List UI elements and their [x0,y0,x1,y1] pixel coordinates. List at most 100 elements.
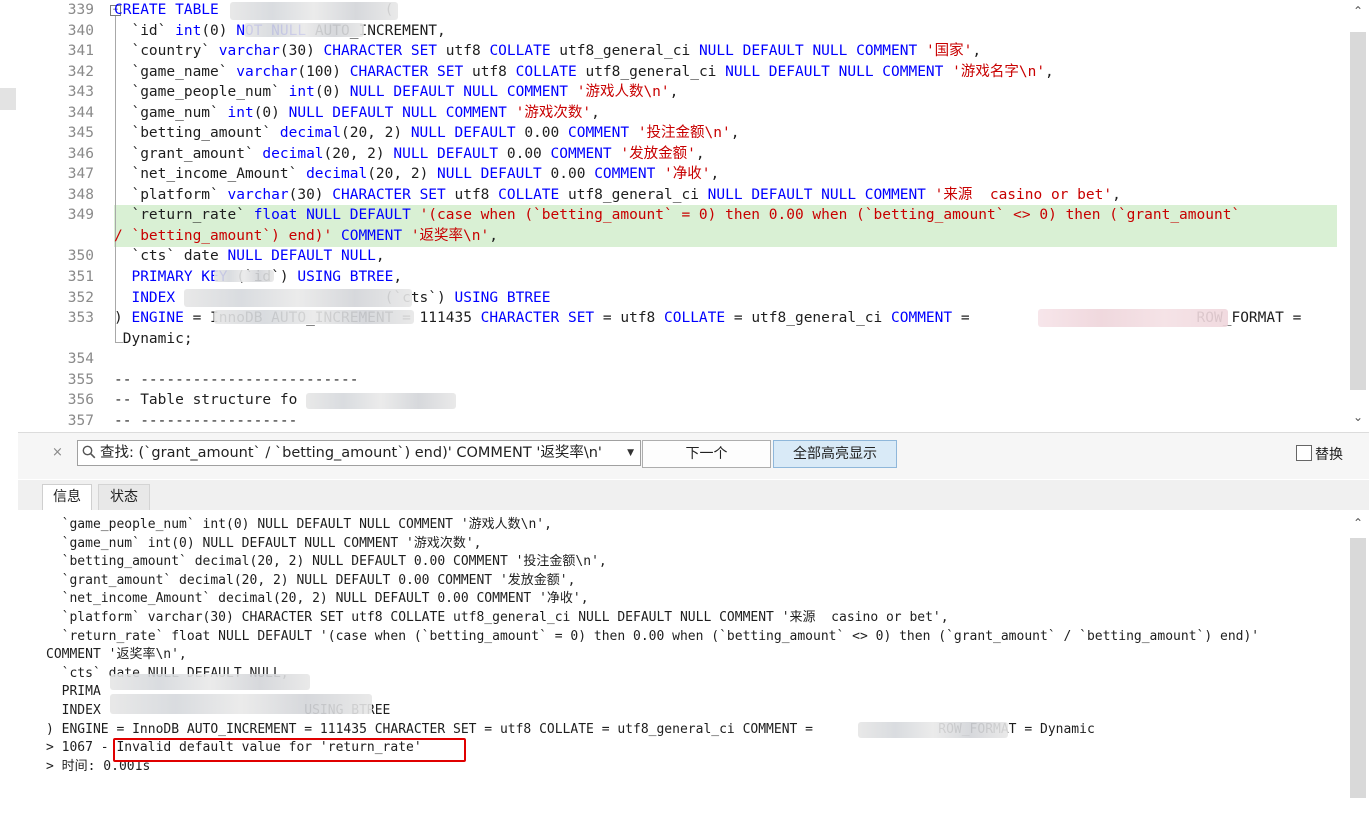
sql-keyword: COLLATE [515,64,577,80]
sql-editor-window: − 339CREATE TABLE (340 `id` int(0) NOT N… [18,0,1369,830]
sql-text: , [669,84,679,100]
sql-text: utf8_general_ci [576,64,726,80]
sql-text: (20, 2) [340,125,411,141]
sql-keyword: CHARACTER SET [332,187,446,203]
sql-keyword: CHARACTER SET [349,64,464,80]
code-line[interactable]: 357 -- ------------------ [18,411,298,430]
sql-string: '(case when (`betting_amount` = 0) then … [419,207,1241,223]
line-number: 349 [67,207,94,223]
line-number: 341 [67,43,94,59]
code-line[interactable]: 345 `betting_amount` decimal(20, 2) NULL… [18,123,740,143]
redacted-table-name [230,2,398,20]
replace-checkbox[interactable] [1296,445,1312,461]
sql-text: Dynamic; [122,331,193,347]
log-scroll-thumb[interactable] [1350,538,1366,798]
sql-text: utf8_general_ci [550,43,699,59]
code-line[interactable]: 355 -- ------------------------- [18,370,359,390]
sql-text: `net_income_Amount` [131,166,307,182]
find-next-button[interactable]: 下一个 [642,440,771,468]
sql-keyword: INDEX [131,290,176,306]
code-editor[interactable]: − 339CREATE TABLE (340 `id` int(0) NOT N… [18,0,1340,430]
sql-keyword: COMMENT [550,146,612,162]
sql-string: '游戏名字\n' [952,64,1046,80]
code-line[interactable]: 349 `return_rate` float NULL DEFAULT '(c… [18,205,1240,225]
line-number: 347 [67,166,94,182]
sql-keyword: float NULL DEFAULT [253,207,411,223]
sql-string: '游戏人数\n' [576,84,670,100]
code-line[interactable]: 343 `game_people_num` int(0) NULL DEFAUL… [18,82,679,102]
sql-text: utf8 [445,187,499,203]
redacted-text [214,270,274,282]
sql-keyword: CREATE TABLE [114,2,219,18]
replace-toggle[interactable]: 替换 [1296,445,1343,465]
sql-text: = utf8 [594,310,665,326]
code-line[interactable]: 341 `country` varchar(30) CHARACTER SET … [18,41,981,61]
tab-status[interactable]: 状态 [98,484,150,510]
code-line[interactable]: 348 `platform` varchar(30) CHARACTER SET… [18,185,1121,205]
sql-text: (0) [253,105,289,121]
sql-text: 0.00 [498,146,551,162]
editor-scroll-thumb[interactable] [1350,32,1366,390]
scroll-up-icon[interactable]: ⌃ [1347,4,1369,22]
line-number: 355 [67,372,94,388]
sql-text: (20, 2) [323,146,394,162]
find-input[interactable]: 查找: (`grant_amount` / `betting_amount`) … [77,440,641,466]
sql-text: (0) [201,23,237,39]
sql-text: 0.00 [541,166,595,182]
sql-keyword: varchar [218,43,280,59]
code-line[interactable]: 346 `grant_amount` decimal(20, 2) NULL D… [18,144,705,164]
sql-keyword: int [288,84,315,100]
line-number: 348 [67,187,94,203]
sql-text: , [375,248,385,264]
sql-text: `game_num` [131,105,228,121]
sql-keyword: varchar [236,64,298,80]
highlight-all-button[interactable]: 全部高亮显示 [773,440,897,468]
sql-keyword: NULL DEFAULT NULL COMMENT [349,84,568,100]
sql-text: , [730,125,740,141]
redacted-text [244,23,364,37]
code-line[interactable]: 344 `game_num` int(0) NULL DEFAULT NULL … [18,103,600,123]
sql-text: `betting_amount` [131,125,280,141]
sql-string: '发放金额' [620,146,696,162]
code-line[interactable]: 354 [18,349,114,369]
replace-label: 替换 [1315,447,1343,463]
close-find-icon[interactable]: × [52,445,66,463]
sql-text: , [489,228,498,244]
code-line[interactable]: 356 -- Table structure fo [18,390,298,410]
scroll-up-icon[interactable]: ⌃ [1347,516,1369,534]
log-line: `game_people_num` int(0) NULL DEFAULT NU… [46,517,552,532]
find-history-dropdown-icon[interactable]: ▼ [627,441,634,465]
code-line[interactable]: 351 PRIMARY KEY (`id`) USING BTREE, [18,267,402,287]
code-line[interactable]: 340 `id` int(0) NOT NULL AUTO_INCREMENT, [18,21,446,41]
sql-text: `country` [131,43,219,59]
log-scrollbar[interactable]: ⌃ [1347,512,1369,830]
scroll-down-icon[interactable]: ⌄ [1347,410,1369,428]
sql-text: utf8_general_ci [559,187,708,203]
code-line[interactable]: Dynamic; [18,329,193,349]
sql-keyword: NULL DEFAULT [410,125,516,141]
sql-keyword: decimal [262,146,324,162]
code-line[interactable]: / `betting_amount`) end)' COMMENT '返奖率\n… [18,226,498,246]
editor-scrollbar[interactable]: ⌃ ⌄ [1347,0,1369,430]
line-number: 343 [67,84,94,100]
line-number: 339 [67,2,94,18]
code-line[interactable]: 347 `net_income_Amount` decimal(20, 2) N… [18,164,719,184]
code-line[interactable]: 350 `cts` date NULL DEFAULT NULL, [18,246,385,266]
redacted-comment [1038,309,1228,327]
sql-text: , [591,105,600,121]
tab-info[interactable]: 信息 [42,484,92,510]
log-line: `net_income_Amount` decimal(20, 2) NULL … [46,591,589,607]
sql-keyword: int [175,23,202,39]
log-line: `return_rate` float NULL DEFAULT '(case … [46,628,1260,644]
line-number: 354 [67,351,94,367]
message-log[interactable]: > 时间: 0.001s > 1067 - Invalid default val… [18,510,1340,830]
sql-keyword: COMMENT [567,125,630,141]
code-line[interactable]: 342 `game_name` varchar(100) CHARACTER S… [18,62,1054,82]
redacted-text [110,674,310,690]
